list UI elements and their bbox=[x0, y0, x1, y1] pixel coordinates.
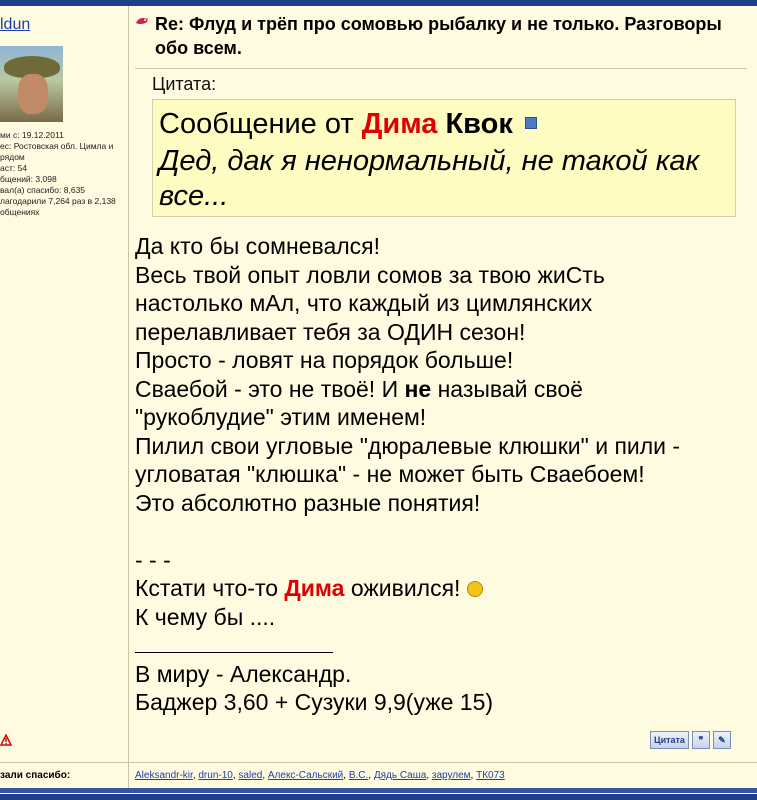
avatar[interactable] bbox=[0, 46, 63, 122]
author-location: ес: Ростовская обл. Цимла и bbox=[0, 141, 114, 151]
thanks-row: зали спасибо: Aleksandr-kir, drun-10, sa… bbox=[0, 762, 757, 789]
thanks-user-link[interactable]: Дядь Саша bbox=[374, 770, 427, 781]
post-line: настолько мАл, что каждый из цимлянских bbox=[135, 290, 593, 316]
post-line: Пилил свои угловые "дюралевые клюшки" и … bbox=[135, 432, 681, 459]
post-line: угловатая "клюшка" - не может быть Сваеб… bbox=[135, 461, 645, 487]
signature-line: В миру - Александр. bbox=[135, 660, 352, 687]
post-line: перелавливает тебя за ОДИН сезон! bbox=[135, 318, 526, 345]
footer-bar-dark bbox=[0, 794, 757, 800]
thanks-user-link[interactable]: B.C. bbox=[349, 770, 368, 781]
thanks-user-link[interactable]: ТК073 bbox=[476, 770, 505, 781]
post-text: оживился! bbox=[350, 575, 461, 601]
quote-text: Дед, дак я ненормальный, не такой как вс… bbox=[159, 145, 700, 212]
author-thanks-given: вал(а) спасибо: 8,635 bbox=[0, 185, 86, 195]
thanks-label: зали спасибо: bbox=[0, 770, 71, 781]
footer-bar bbox=[0, 788, 757, 793]
signature-rule-line bbox=[135, 631, 747, 660]
mention-name: Дима bbox=[284, 575, 345, 601]
title-separator bbox=[135, 68, 747, 69]
quote-header: Сообщение от Дима Квок bbox=[159, 106, 537, 142]
thanks-user-link[interactable]: saled bbox=[238, 770, 262, 781]
quote-author-last: Квок bbox=[445, 108, 513, 140]
post-line: Кстати что-то Дима оживился! bbox=[135, 574, 747, 603]
post-line: - - - bbox=[135, 546, 171, 573]
post-icon bbox=[136, 17, 148, 25]
post-line: Весь твой опыт ловли сомов за твою жиСть bbox=[135, 261, 605, 288]
quote-prefix: Сообщение от bbox=[159, 108, 354, 140]
quote-button[interactable]: Цитата bbox=[650, 731, 689, 749]
post-text: называй своё bbox=[437, 375, 583, 402]
post-line: К чему бы .... bbox=[135, 603, 276, 630]
post-actions: Цитата ❞ ✎ bbox=[650, 731, 731, 749]
thanks-user-link[interactable]: зарулем bbox=[432, 770, 471, 781]
author-column: ldun ми с: 19.12.2011 ес: Ростовская обл… bbox=[0, 6, 129, 762]
post-title-row: Re: Флуд и трёп про сомовью рыбалку и не… bbox=[135, 12, 745, 60]
author-name-link[interactable]: ldun bbox=[0, 16, 30, 34]
smile-icon bbox=[466, 580, 483, 597]
post-text: Сваебой - это не твоё! И bbox=[135, 375, 399, 402]
signature-rule bbox=[135, 651, 333, 653]
author-thanks-received-cont: общениях bbox=[0, 207, 40, 217]
author-thanks-received: лагодарили 7,264 раз в 2,138 bbox=[0, 196, 116, 206]
thanks-user-link[interactable]: drun-10 bbox=[198, 770, 232, 781]
post-text: Кстати что-то bbox=[135, 575, 279, 601]
post-title: Re: Флуд и трёп про сомовью рыбалку и не… bbox=[155, 14, 722, 58]
thanks-list: Aleksandr-kir, drun-10, saled, Алекс-Сал… bbox=[135, 770, 505, 781]
signature-line: Баджер 3,60 + Сузуки 9,9(уже 15) bbox=[135, 689, 494, 715]
author-info: ми с: 19.12.2011 ес: Ростовская обл. Цим… bbox=[0, 130, 128, 218]
thanks-user-link[interactable]: Aleksandr-kir bbox=[135, 770, 193, 781]
author-join-date: ми с: 19.12.2011 bbox=[0, 130, 64, 140]
quote-label: Цитата: bbox=[152, 74, 217, 94]
post-body: Да кто бы сомневался! Весь твой опыт лов… bbox=[135, 232, 747, 717]
post-line: Да кто бы сомневался! bbox=[135, 233, 381, 259]
view-post-icon[interactable] bbox=[524, 117, 537, 130]
author-age: аст: 54 bbox=[0, 163, 28, 173]
multi-quote-icon[interactable]: ❞ bbox=[691, 731, 710, 749]
thanks-divider bbox=[128, 763, 129, 789]
post-line: Просто - ловят на порядок больше! bbox=[135, 347, 514, 373]
post-bold-text: не bbox=[404, 375, 432, 402]
report-post-icon[interactable] bbox=[0, 734, 12, 746]
quote-author-first: Дима bbox=[361, 108, 438, 140]
edit-icon[interactable]: ✎ bbox=[712, 731, 731, 749]
author-location-cont: рядом bbox=[0, 152, 25, 162]
thanks-user-link[interactable]: Алекс-Сальский bbox=[268, 770, 343, 781]
quote-box: Сообщение от Дима Квок Дед, дак я ненорм… bbox=[152, 99, 736, 217]
author-posts: бщений: 3,098 bbox=[0, 174, 57, 184]
avatar-face bbox=[18, 74, 48, 114]
post-line: Сваебой - это не твоё! И не называй своё bbox=[135, 375, 747, 404]
post-line: Это абсолютно разные понятия! bbox=[135, 489, 481, 516]
post-line: "рукоблудие" этим именем! bbox=[135, 404, 427, 430]
